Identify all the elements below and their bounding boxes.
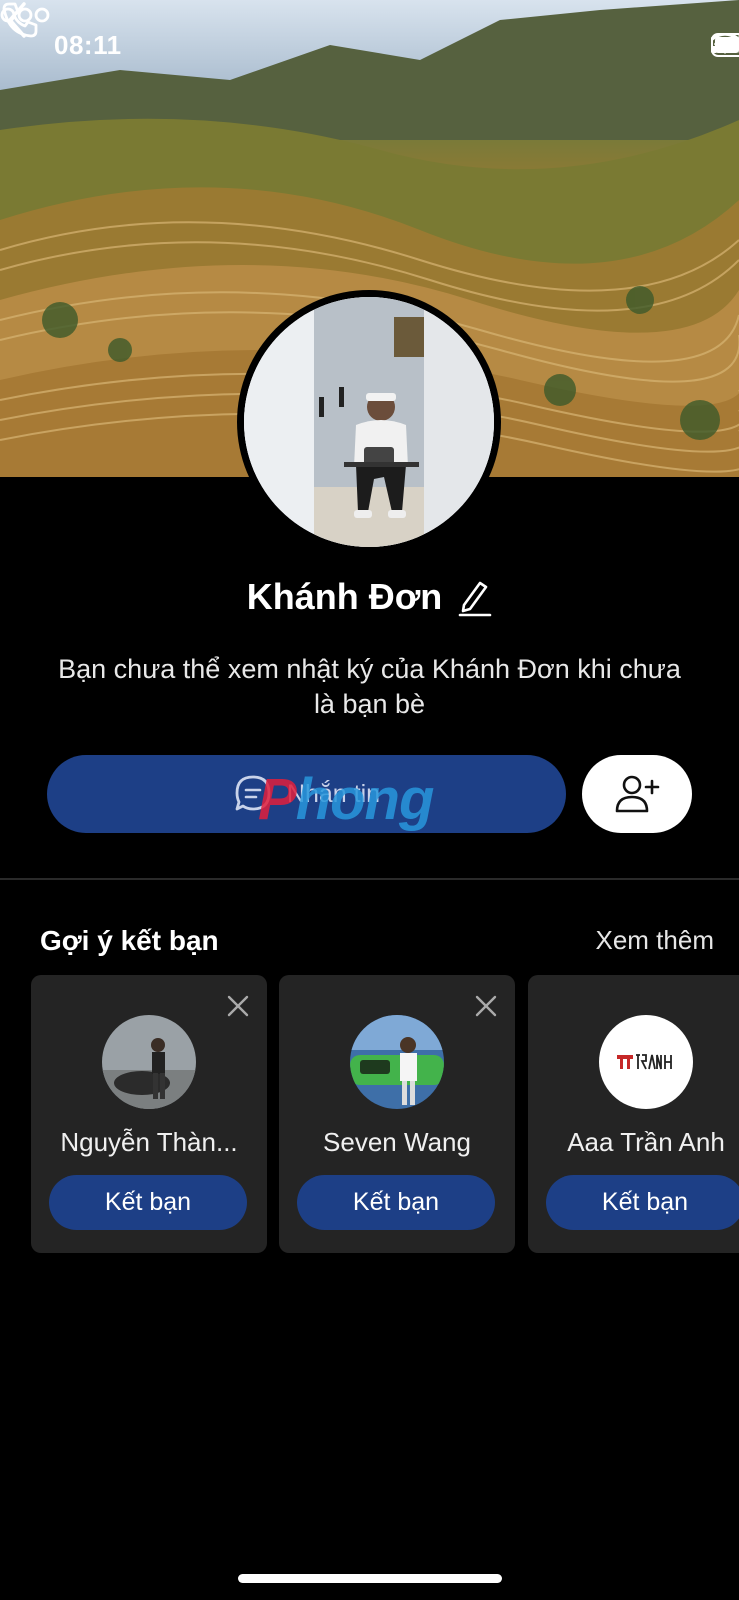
avatar-photo-illustration xyxy=(350,1015,444,1109)
more-options-icon[interactable] xyxy=(0,0,50,30)
section-divider xyxy=(0,878,739,880)
avatar-photo-illustration xyxy=(102,1015,196,1109)
avatar-photo xyxy=(244,297,494,547)
battery-icon xyxy=(711,33,739,57)
profile-name-row: Khánh Đơn xyxy=(0,576,739,618)
dismiss-icon[interactable] xyxy=(473,993,499,1019)
suggestion-card[interactable]: Seven Wang Kết bạn xyxy=(279,975,515,1253)
suggestion-name: Aaa Trần Anh xyxy=(567,1127,725,1157)
profile-name: Khánh Đơn xyxy=(246,576,443,617)
suggestion-avatar xyxy=(350,1015,444,1109)
add-friend-icon xyxy=(615,775,660,813)
see-more-link[interactable]: Xem thêm xyxy=(596,925,715,956)
chat-bubble-icon xyxy=(235,775,271,811)
send-message-button[interactable]: Nhắn tin xyxy=(47,755,566,833)
add-friend-suggestion-button[interactable]: Kết bạn xyxy=(49,1175,247,1230)
profile-avatar[interactable] xyxy=(237,290,501,554)
add-friend-suggestion-button[interactable]: Kết bạn xyxy=(546,1175,739,1230)
suggestion-avatar xyxy=(599,1015,693,1109)
person-photo-illustration xyxy=(244,297,494,547)
add-friend-button[interactable] xyxy=(582,755,692,833)
friend-suggestions-title: Gợi ý kết bạn xyxy=(40,925,219,956)
tran-anh-logo xyxy=(599,1015,693,1109)
home-indicator xyxy=(238,1574,502,1583)
dismiss-icon[interactable] xyxy=(225,993,251,1019)
suggestion-card[interactable]: Nguyễn Thàn... Kết bạn xyxy=(31,975,267,1253)
suggestion-avatar xyxy=(102,1015,196,1109)
add-friend-suggestion-button[interactable]: Kết bạn xyxy=(297,1175,495,1230)
edit-pencil-icon[interactable] xyxy=(456,577,492,617)
suggestion-card[interactable]: Aaa Trần Anh Kết bạn xyxy=(528,975,739,1253)
suggestion-name: Nguyễn Thàn... xyxy=(60,1127,238,1157)
status-time: 08:11 xyxy=(54,30,122,60)
suggestion-cards: Nguyễn Thàn... Kết bạn Seven Wang Kết bạ… xyxy=(31,975,739,1253)
privacy-note: Bạn chưa thể xem nhật ký của Khánh Đơn k… xyxy=(58,654,681,719)
suggestion-name: Seven Wang xyxy=(323,1127,471,1157)
send-message-label: Nhắn tin xyxy=(286,779,381,808)
